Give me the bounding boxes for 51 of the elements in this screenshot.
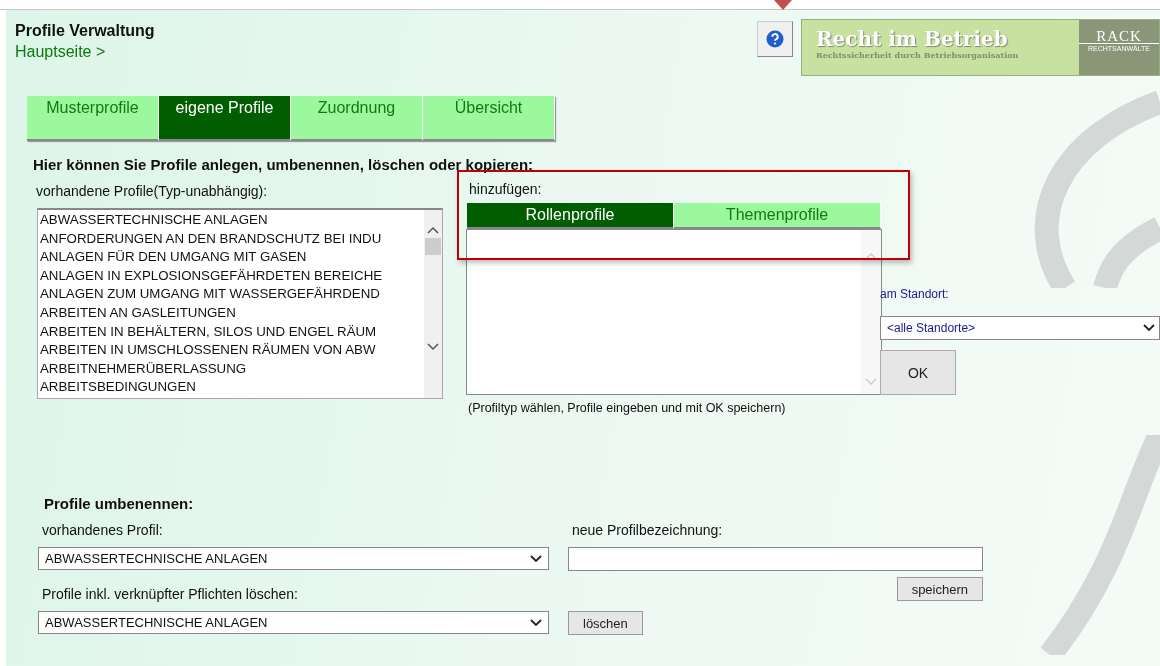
help-icon: [766, 30, 784, 48]
chevron-up-icon: [427, 226, 439, 234]
chevron-down-icon: [530, 618, 542, 627]
input-field[interactable]: [568, 547, 983, 571]
breadcrumb-link[interactable]: Hauptseite >: [15, 43, 106, 61]
list-item[interactable]: ARBEITSBEDINGUNGEN: [40, 378, 424, 397]
logo-title: Recht im Betrieb: [816, 28, 1009, 50]
tab[interactable]: eigene Profile: [159, 96, 291, 141]
list-item[interactable]: ANLAGEN IN EXPLOSIONSGEFÄHRDETEN BEREICHE: [40, 266, 424, 286]
location-select[interactable]: <alle Standorte>: [880, 316, 1160, 340]
section-heading: Hier können Sie Profile anlegen, umbenennen, löschen oder kopieren:: [33, 156, 535, 173]
list-item[interactable]: ABWASSERTECHNISCHE ANLAGEN: [40, 211, 424, 230]
list-item[interactable]: ARBEITEN AN GASLEITUNGEN: [40, 303, 424, 323]
tab[interactable]: Zuordnung: [291, 96, 423, 141]
profile-type-tab[interactable]: Themenprofile: [674, 203, 881, 229]
scrollbar-thumb[interactable]: [425, 238, 441, 255]
profile-select[interactable]: ABWASSERTECHNISCHE ANLAGEN: [38, 547, 549, 570]
brand-name: RACK: [1079, 29, 1159, 44]
chevron-down-icon: [427, 343, 439, 351]
field-label: neue Profilbezeichnung:: [572, 522, 724, 540]
section-heading: Profile umbenennen:: [44, 495, 195, 512]
list-item[interactable]: ANFORDERUNGEN AN DEN BRANDSCHUTZ BEI INDU: [40, 229, 424, 249]
field-label: am Standort:: [880, 287, 950, 301]
list-item[interactable]: ANLAGEN FÜR DEN UMGANG MIT GASEN: [40, 248, 424, 267]
list-item[interactable]: ANLAGEN ZUM UMGANG MIT WASSERGEFÄHRDEND: [40, 285, 424, 304]
profile-input-area[interactable]: [466, 229, 882, 395]
chevron-down-icon: [1143, 324, 1155, 332]
help-button[interactable]: [757, 21, 793, 57]
field-label: vorhandenes Profil:: [42, 522, 164, 540]
tab[interactable]: Übersicht: [423, 96, 555, 141]
logo-subtitle: Rechtssicherheit durch Betriebsorganisation: [816, 50, 1020, 60]
profile-type-tab[interactable]: Rollenprofile: [467, 203, 674, 229]
scrollbar[interactable]: [424, 210, 442, 398]
hint-text: (Profiltyp wählen, Profile eingeben und mit OK speichern): [468, 401, 787, 415]
tab[interactable]: Musterprofile: [27, 96, 159, 141]
field-label: vorhandene Profile(Typ-unabhängig):: [36, 183, 269, 201]
field-label: hinzufügen:: [469, 181, 543, 199]
ok-button[interactable]: OK: [880, 350, 956, 395]
delete-button[interactable]: löschen: [568, 611, 643, 635]
chevron-down-icon: [530, 554, 542, 563]
list-item[interactable]: ARBEITEN IN UMSCHLOSSENEN RÄUMEN VON ABW: [40, 341, 424, 360]
chevron-up-icon: [865, 252, 877, 260]
field-label: Profile inkl. verknüpfter Pflichten löschen:: [42, 586, 299, 604]
pointer-arrow-icon: [774, 0, 792, 10]
profile-select[interactable]: ABWASSERTECHNISCHE ANLAGEN: [38, 611, 549, 634]
chevron-down-icon: [865, 378, 877, 386]
page-title: Profile Verwaltung: [15, 22, 155, 40]
profile-listbox[interactable]: [37, 208, 443, 399]
save-button[interactable]: speichern: [896, 577, 983, 601]
list-item[interactable]: ARBEITNEHMERÜBERLASSUNG: [40, 359, 424, 379]
list-item[interactable]: ARBEITEN IN BEHÄLTERN, SILOS UND ENGEL RÄUM: [40, 322, 424, 342]
